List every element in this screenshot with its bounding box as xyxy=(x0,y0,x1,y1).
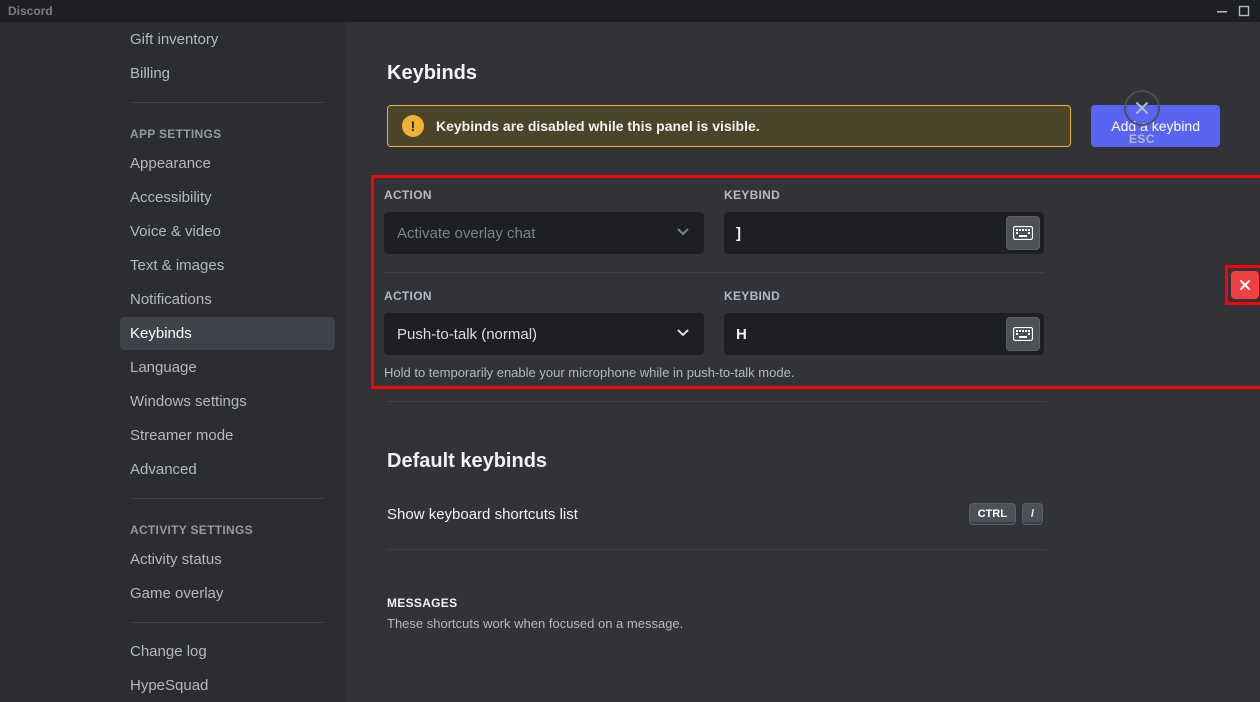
keycap: CTRL xyxy=(969,503,1016,525)
divider xyxy=(130,498,325,499)
minimize-icon[interactable] xyxy=(1216,5,1228,17)
action-header: ACTION xyxy=(384,188,704,202)
shortcut-keys: CTRL / xyxy=(969,503,1043,525)
chevron-down-icon xyxy=(675,324,691,344)
sidebar-item-hypesquad[interactable]: HypeSquad xyxy=(120,669,335,702)
close-label: ESC xyxy=(1124,132,1160,146)
keybind-help: Hold to temporarily enable your micropho… xyxy=(384,365,1044,380)
sidebar-item-windows-settings[interactable]: Windows settings xyxy=(120,385,335,418)
main-content: ESC Keybinds ! Keybinds are disabled whi… xyxy=(345,22,1260,702)
close-settings-button[interactable] xyxy=(1124,90,1160,126)
highlight-delete-box xyxy=(1225,265,1260,305)
action-dropdown-1[interactable]: Activate overlay chat xyxy=(384,212,704,254)
window-controls xyxy=(1216,5,1260,17)
keybind-header: KEYBIND xyxy=(724,188,1044,202)
action-value: Push-to-talk (normal) xyxy=(397,326,537,343)
sidebar-item-text-images[interactable]: Text & images xyxy=(120,249,335,282)
highlight-box: ACTION Activate overlay chat KEYBIND ] xyxy=(371,175,1260,389)
app-name: Discord xyxy=(8,4,53,18)
keybind-field-1[interactable]: ] xyxy=(724,212,1044,254)
action-value: Activate overlay chat xyxy=(397,225,535,242)
warning-banner: ! Keybinds are disabled while this panel… xyxy=(387,105,1071,147)
sidebar-item-activity-status[interactable]: Activity status xyxy=(120,543,335,576)
sidebar-item-language[interactable]: Language xyxy=(120,351,335,384)
keybind-field-2[interactable]: H xyxy=(724,313,1044,355)
keycap: / xyxy=(1022,503,1043,525)
keybind-value: H xyxy=(736,326,747,343)
sidebar-item-billing[interactable]: Billing xyxy=(120,57,335,90)
chevron-down-icon xyxy=(675,223,691,243)
settings-sidebar: Gift inventory Billing APP SETTINGS Appe… xyxy=(120,22,345,702)
shortcut-row: Show keyboard shortcuts list CTRL / xyxy=(387,503,1043,525)
divider xyxy=(387,401,1047,402)
divider xyxy=(130,622,325,623)
sidebar-item-change-log[interactable]: Change log xyxy=(120,635,335,668)
divider xyxy=(387,549,1047,550)
action-header: ACTION xyxy=(384,289,704,303)
warning-icon: ! xyxy=(402,115,424,137)
messages-subtext: These shortcuts work when focused on a m… xyxy=(387,616,1220,631)
sidebar-item-notifications[interactable]: Notifications xyxy=(120,283,335,316)
sidebar-item-accessibility[interactable]: Accessibility xyxy=(120,181,335,214)
sidebar-item-advanced[interactable]: Advanced xyxy=(120,453,335,486)
sidebar-heading-app-settings: APP SETTINGS xyxy=(120,127,335,141)
messages-heading: MESSAGES xyxy=(387,596,1220,610)
divider xyxy=(130,102,325,103)
titlebar: Discord xyxy=(0,0,1260,22)
sidebar-item-keybinds[interactable]: Keybinds xyxy=(120,317,335,350)
page-title: Keybinds xyxy=(387,62,1220,85)
divider xyxy=(384,272,1044,273)
record-keybind-icon[interactable] xyxy=(1006,317,1040,351)
delete-keybind-button[interactable] xyxy=(1231,271,1259,299)
sidebar-item-voice-video[interactable]: Voice & video xyxy=(120,215,335,248)
default-keybinds-title: Default keybinds xyxy=(387,450,1220,473)
keybind-header: KEYBIND xyxy=(724,289,1044,303)
sidebar-item-appearance[interactable]: Appearance xyxy=(120,147,335,180)
maximize-icon[interactable] xyxy=(1238,5,1250,17)
warning-text: Keybinds are disabled while this panel i… xyxy=(436,118,760,134)
keybind-value: ] xyxy=(736,225,741,242)
sidebar-item-game-overlay[interactable]: Game overlay xyxy=(120,577,335,610)
action-dropdown-2[interactable]: Push-to-talk (normal) xyxy=(384,313,704,355)
shortcut-label: Show keyboard shortcuts list xyxy=(387,506,578,523)
sidebar-item-gift-inventory[interactable]: Gift inventory xyxy=(120,23,335,56)
sidebar-item-streamer-mode[interactable]: Streamer mode xyxy=(120,419,335,452)
sidebar-heading-activity: ACTIVITY SETTINGS xyxy=(120,523,335,537)
record-keybind-icon[interactable] xyxy=(1006,216,1040,250)
